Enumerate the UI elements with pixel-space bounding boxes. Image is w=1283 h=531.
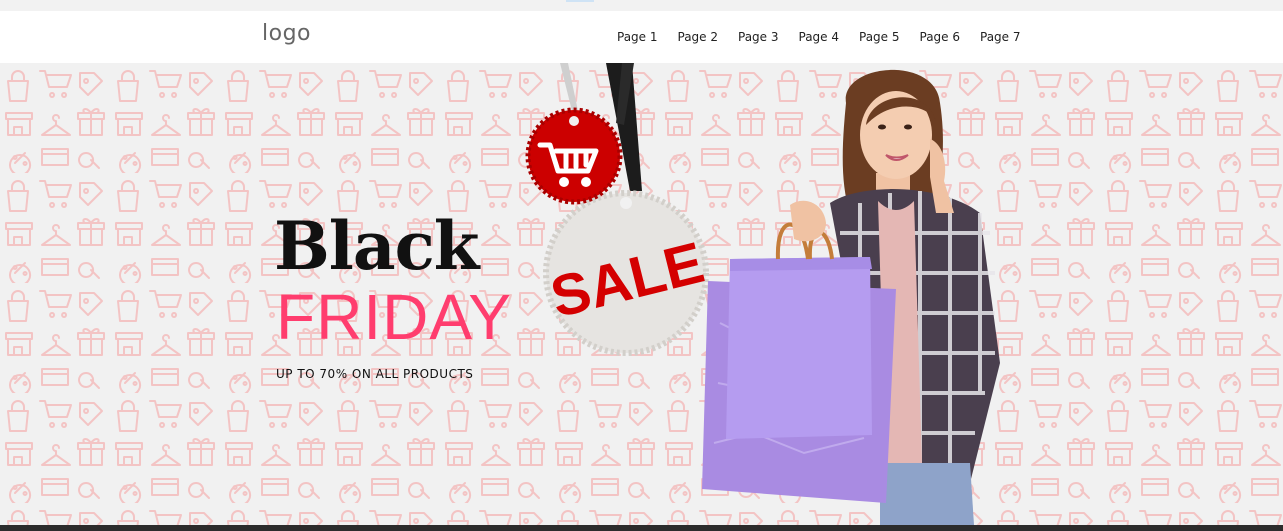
nav-page-3[interactable]: Page 3 [738,30,779,44]
bottom-bar [0,525,1283,531]
red-cart-tag [525,107,623,205]
hero-banner: Black FRIDAY UP TO 70% ON ALL PRODUCTS S… [0,63,1283,525]
promo-subtitle: UP TO 70% ON ALL PRODUCTS [276,367,474,381]
main-nav: Page 1 Page 2 Page 3 Page 4 Page 5 Page … [607,30,1031,44]
grey-sale-tag: SALE [543,190,710,356]
grey-ribbon [560,63,578,111]
shopping-bag-icon [726,257,872,439]
headline-friday: FRIDAY [276,281,512,353]
nav-page-5[interactable]: Page 5 [859,30,900,44]
site-header: logo Page 1 Page 2 Page 3 Page 4 Page 5 … [0,11,1283,63]
top-indicator [566,0,594,2]
nav-page-6[interactable]: Page 6 [920,30,961,44]
nav-page-4[interactable]: Page 4 [799,30,840,44]
nav-page-7[interactable]: Page 7 [980,30,1021,44]
top-strip [0,0,1283,11]
headline-black: Black [274,207,480,285]
model-with-shopping-bags [702,69,1000,525]
nav-page-2[interactable]: Page 2 [678,30,719,44]
site-logo[interactable]: logo [262,21,311,46]
nav-page-1[interactable]: Page 1 [617,30,658,44]
